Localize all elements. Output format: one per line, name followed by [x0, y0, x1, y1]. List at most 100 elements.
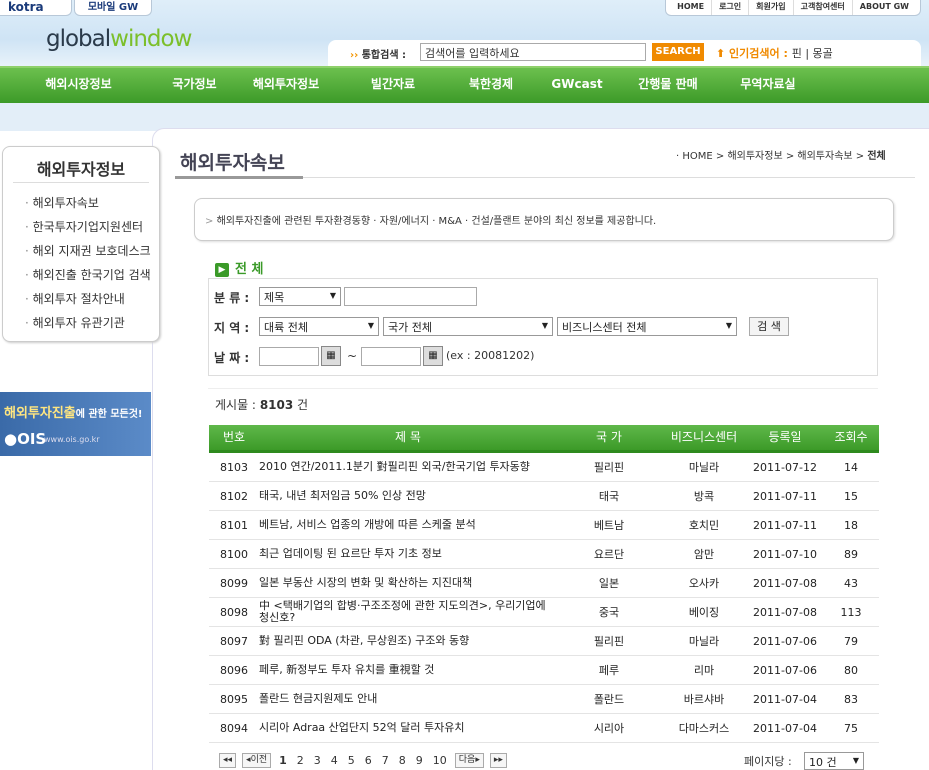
last-page-button[interactable]: ▸▸	[489, 753, 507, 768]
page-link-current[interactable]: 1	[279, 754, 287, 767]
ois-banner[interactable]: 해외투자진출에 관한 모든것! ●OIS www.ois.go.kr	[0, 392, 151, 456]
pagination: ◂◂ ◂이전 1 2 3 4 5 6 7 8 9 10 다음▸ ▸▸	[216, 753, 510, 768]
table-row[interactable]: 8098 中 <택배기업의 합병·구조조정에 관한 지도의견>, 우리기업에 청신…	[209, 598, 879, 627]
sidebar-item-news[interactable]: 해외투자속보	[25, 191, 159, 215]
table-row[interactable]: 8100 최근 업데이팅 된 요르단 투자 기초 정보 요르단 암만 2011-07-1…	[209, 540, 879, 569]
table-row[interactable]: 8097 對 필리핀 ODA (차관, 무상원조) 구조와 동향 필리핀 마닐라 201…	[209, 627, 879, 656]
banner-url: www.ois.go.kr	[44, 435, 100, 444]
customer-center-link[interactable]: 고객참여센터	[794, 0, 853, 15]
cell-number: 8102	[220, 489, 248, 503]
cell-number: 8097	[220, 634, 248, 648]
country-select[interactable]: 국가 전체	[383, 317, 553, 336]
date-from-input[interactable]	[259, 347, 319, 366]
mobile-gw-tab[interactable]: 모바일 GW	[74, 0, 152, 16]
table-row[interactable]: 8099 일본 부동산 시장의 변화 및 확산하는 지진대책 일본 오사카 2011-0…	[209, 569, 879, 598]
post-title-link[interactable]: 2010 연간/2011.1분기 對필리핀 외국/한국기업 투자동향	[259, 461, 557, 473]
page-link[interactable]: 6	[365, 754, 372, 767]
page-link[interactable]: 7	[382, 754, 389, 767]
cell-center: 마닐라	[688, 461, 720, 474]
page-link[interactable]: 8	[399, 754, 406, 767]
post-count-value: 8103	[259, 398, 294, 412]
nav-item-trade-data[interactable]: 무역자료실	[718, 68, 818, 103]
post-title-link[interactable]: 베트남, 서비스 업종의 개방에 따른 스케줄 분석	[259, 519, 557, 531]
post-title-link[interactable]: 최근 업데이팅 된 요르단 투자 기초 정보	[259, 548, 557, 560]
cell-views: 18	[844, 518, 858, 532]
table-row[interactable]: 8096 페루, 新정부도 투자 유치를 重視할 것 페루 리마 2011-07-06 8…	[209, 656, 879, 685]
category-select[interactable]: 제목	[259, 287, 341, 306]
home-link[interactable]: HOME	[670, 0, 713, 15]
page-link[interactable]: 5	[348, 754, 355, 767]
cell-center: 암만	[693, 548, 715, 561]
cell-date: 2011-07-04	[753, 692, 817, 706]
cell-number: 8100	[220, 547, 248, 561]
nav-item-investment[interactable]: 해외투자정보	[232, 68, 340, 103]
sidebar-item-ip-desk[interactable]: 해외 지재권 보호데스크	[25, 239, 159, 263]
search-button[interactable]: SEARCH	[652, 43, 704, 61]
per-page-select[interactable]: 10 건	[804, 752, 864, 770]
business-center-select[interactable]: 비즈니스센터 전체	[557, 317, 737, 336]
prev-page-button[interactable]: ◂이전	[242, 753, 272, 768]
filter-search-button[interactable]: 검 색	[749, 317, 789, 336]
post-title-link[interactable]: 태국, 내년 최저임금 50% 인상 전망	[259, 490, 557, 502]
continent-select[interactable]: 대륙 전체	[259, 317, 379, 336]
next-page-button[interactable]: 다음▸	[454, 753, 484, 768]
sidebar-item-procedure[interactable]: 해외투자 절차안내	[25, 287, 159, 311]
banner-ois-text: OIS	[17, 430, 47, 448]
post-title-link[interactable]: 中 <택배기업의 합병·구조조정에 관한 지도의견>, 우리기업에 청신호?	[259, 600, 557, 624]
post-title-link[interactable]: 페루, 新정부도 투자 유치를 重視할 것	[259, 664, 557, 676]
signup-link[interactable]: 회원가입	[749, 0, 794, 15]
date-label: 날 짜 :	[214, 351, 250, 365]
cell-center: 호치민	[688, 519, 720, 532]
table-row[interactable]: 8103 2010 연간/2011.1분기 對필리핀 외국/한국기업 투자동향 필리…	[209, 453, 879, 482]
cell-date: 2011-07-06	[753, 634, 817, 648]
calendar-icon[interactable]: ▦	[423, 346, 443, 366]
cell-views: 89	[844, 547, 858, 561]
nav-item-country[interactable]: 국가정보	[157, 68, 232, 103]
nav-item-publications[interactable]: 간행물 판매	[618, 68, 718, 103]
post-title-link[interactable]: 폴란드 현금지원제도 안내	[259, 693, 557, 705]
logo[interactable]: globalwindow	[46, 26, 192, 52]
page-link[interactable]: 3	[314, 754, 321, 767]
cell-country: 필리핀	[593, 461, 625, 474]
first-page-button[interactable]: ◂◂	[219, 753, 237, 768]
table-row[interactable]: 8102 태국, 내년 최저임금 50% 인상 전망 태국 방콕 2011-07-11 1…	[209, 482, 879, 511]
breadcrumb-investment[interactable]: 해외투자정보	[727, 151, 782, 162]
sidebar-item-agencies[interactable]: 해외투자 유관기관	[25, 311, 159, 335]
banner-subtext: 에 관한 모든것!	[75, 409, 143, 420]
about-link[interactable]: ABOUT GW	[853, 0, 916, 15]
nav-item-market[interactable]: 해외시장정보	[0, 68, 157, 103]
col-country: 국 가	[596, 430, 622, 444]
page-link[interactable]: 2	[297, 754, 304, 767]
search-input[interactable]: 검색어를 입력하세요	[420, 43, 646, 61]
cell-number: 8101	[220, 518, 248, 532]
breadcrumb-news[interactable]: 해외투자속보	[797, 151, 852, 162]
table-row[interactable]: 8094 시리아 Adraa 산업단지 52억 달러 투자유치 시리아 다마스커스 20…	[209, 714, 879, 743]
login-link[interactable]: 로그인	[712, 0, 750, 15]
top-links: HOME 로그인 회원가입 고객참여센터 ABOUT GW	[665, 0, 921, 16]
popular-terms[interactable]: 핀 | 몽골	[792, 47, 833, 60]
page-link[interactable]: 10	[433, 754, 447, 767]
cell-center: 방콕	[693, 490, 715, 503]
page-link[interactable]: 9	[416, 754, 423, 767]
page-title: 해외투자속보	[180, 152, 285, 174]
post-title-link[interactable]: 일본 부동산 시장의 변화 및 확산하는 지진대책	[259, 577, 557, 589]
nav-item-periodicals[interactable]: 빌간자료	[340, 68, 446, 103]
cell-views: 14	[844, 460, 858, 474]
kotra-tab[interactable]: kotra	[0, 0, 72, 16]
table-row[interactable]: 8101 베트남, 서비스 업종의 개방에 따른 스케줄 분석 베트남 호치민 2011…	[209, 511, 879, 540]
breadcrumb-home[interactable]: · HOME	[676, 151, 713, 162]
cell-center: 베이징	[688, 606, 720, 619]
table-row[interactable]: 8095 폴란드 현금지원제도 안내 폴란드 바르샤바 2011-07-04 83	[209, 685, 879, 714]
keyword-input[interactable]	[344, 287, 477, 306]
nav-item-nk-economy[interactable]: 북한경제	[446, 68, 536, 103]
cell-center: 리마	[693, 664, 715, 677]
post-title-link[interactable]: 對 필리핀 ODA (차관, 무상원조) 구조와 동향	[259, 635, 557, 647]
sidebar-item-company-search[interactable]: 해외진출 한국기업 검색	[25, 263, 159, 287]
calendar-icon[interactable]: ▦	[321, 346, 341, 366]
sidebar-item-support-center[interactable]: 한국투자기업지원센터	[25, 215, 159, 239]
date-to-input[interactable]	[361, 347, 421, 366]
post-title-link[interactable]: 시리아 Adraa 산업단지 52억 달러 투자유치	[259, 722, 557, 734]
table-header: 번호 제 목 국 가 비즈니스센터 등록일 조회수	[209, 425, 879, 453]
page-link[interactable]: 4	[331, 754, 338, 767]
nav-item-gwcast[interactable]: GWcast	[536, 68, 618, 103]
